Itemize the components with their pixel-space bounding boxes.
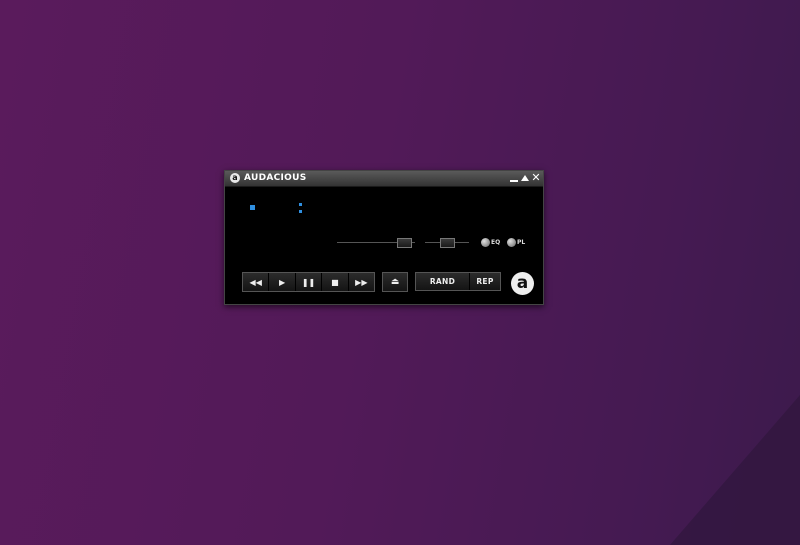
playlist-toggle[interactable]: PL xyxy=(507,238,529,249)
mode-toggles: RAND REP xyxy=(415,272,501,291)
close-button[interactable]: ✕ xyxy=(531,172,541,183)
pl-indicator-icon xyxy=(507,238,516,247)
playback-status-indicator xyxy=(250,205,255,210)
stop-button[interactable]: ■ xyxy=(322,273,349,291)
balance-knob[interactable] xyxy=(440,238,455,248)
eq-label: EQ xyxy=(491,239,501,246)
about-logo-button[interactable]: a xyxy=(511,272,534,295)
next-button[interactable]: ▶▶ xyxy=(348,273,375,291)
time-display[interactable] xyxy=(299,202,302,214)
repeat-button[interactable]: REP xyxy=(470,273,500,290)
equalizer-toggle[interactable]: EQ xyxy=(481,238,505,249)
shuffle-button[interactable]: RAND xyxy=(416,273,470,290)
previous-button[interactable]: ◀◀ xyxy=(243,273,270,291)
transport-controls: ◀◀ ▶ ❚❚ ■ ▶▶ xyxy=(242,272,375,292)
volume-knob[interactable] xyxy=(397,238,412,248)
minimize-button[interactable] xyxy=(509,173,519,183)
balance-slider[interactable] xyxy=(425,238,469,248)
shade-button[interactable] xyxy=(520,173,530,183)
desktop-wallpaper-corner xyxy=(670,395,800,545)
eq-indicator-icon xyxy=(481,238,490,247)
pause-button[interactable]: ❚❚ xyxy=(295,273,323,291)
window-title: AUDACIOUS xyxy=(244,173,307,183)
eject-button[interactable]: ⏏ xyxy=(382,272,408,292)
title-bar[interactable]: a AUDACIOUS ✕ xyxy=(225,171,543,187)
audacious-logo-icon: a xyxy=(230,173,240,183)
audacious-player-window: a AUDACIOUS ✕ EQ PL ◀◀ ▶ ❚❚ ■ ▶▶ ⏏ RAND … xyxy=(224,170,544,305)
volume-slider[interactable] xyxy=(337,238,415,248)
pl-label: PL xyxy=(517,239,526,246)
play-button[interactable]: ▶ xyxy=(269,273,296,291)
